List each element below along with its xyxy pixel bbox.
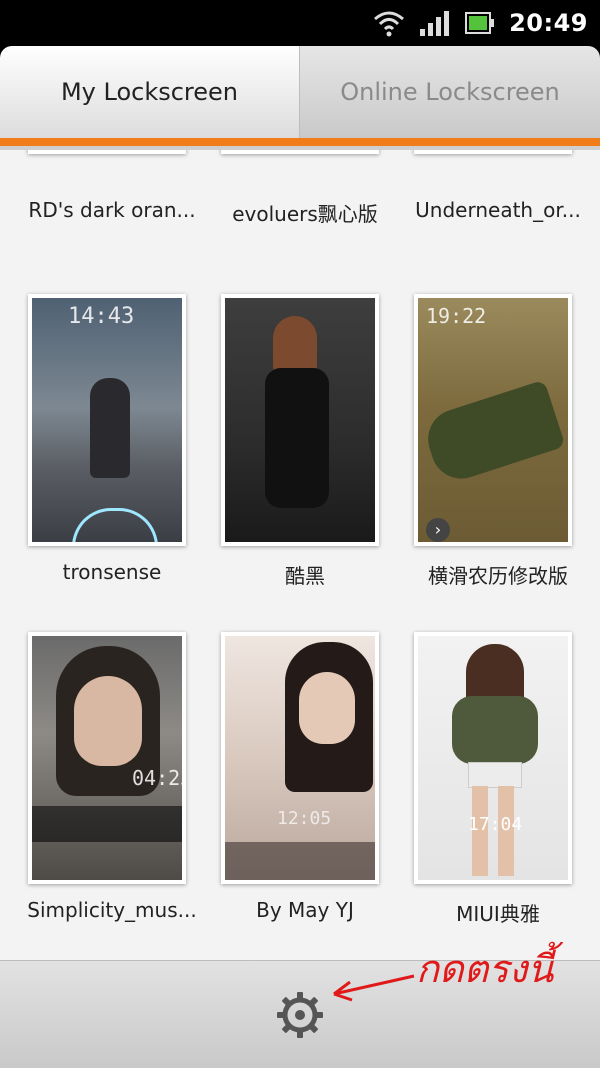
- status-bar: 20:49: [0, 0, 600, 46]
- tab-label: Online Lockscreen: [340, 78, 560, 106]
- theme-thumbnail[interactable]: [28, 150, 186, 154]
- tab-my-lockscreen[interactable]: My Lockscreen: [0, 46, 300, 138]
- lockscreen-grid[interactable]: RD's dark oran... evoluers飘心版 Underneath…: [0, 150, 600, 960]
- gear-icon[interactable]: [276, 991, 324, 1039]
- wifi-icon: [374, 11, 405, 37]
- status-clock: 20:49: [509, 9, 588, 37]
- theme-name: evoluers飘心版: [232, 202, 378, 226]
- theme-thumbnail[interactable]: 12:05: [221, 632, 379, 884]
- theme-name: Underneath_or...: [415, 198, 581, 222]
- annotation-text: กดตรงนี้: [416, 941, 564, 991]
- thumbnail-clock: 04:23: [132, 766, 182, 790]
- theme-name: tronsense: [62, 560, 162, 584]
- thumbnail-clock: 14:43: [68, 304, 135, 329]
- theme-name: 酷黑: [285, 564, 325, 588]
- theme-name: Simplicity_mus...: [27, 898, 197, 922]
- theme-name: By May YJ: [256, 898, 354, 922]
- theme-name: MIUI典雅: [456, 902, 540, 926]
- tab-online-lockscreen[interactable]: Online Lockscreen: [300, 46, 600, 138]
- signal-icon: [420, 11, 450, 36]
- tab-label: My Lockscreen: [60, 78, 239, 106]
- tab-bar: My Lockscreen Online Lockscreen: [0, 46, 600, 150]
- thumbnail-clock: 19:22: [426, 304, 487, 328]
- theme-thumbnail[interactable]: [414, 150, 572, 154]
- tab-selected-indicator: [0, 138, 600, 146]
- theme-thumbnail[interactable]: 19:22 ›: [414, 294, 572, 546]
- theme-name: 横滑农历修改版: [428, 564, 568, 588]
- status-icons: 20:49: [373, 0, 588, 46]
- thumbnail-clock: 17:04: [468, 814, 523, 835]
- theme-thumbnail[interactable]: 14:43: [28, 294, 186, 546]
- battery-icon: [465, 12, 495, 34]
- theme-thumbnail[interactable]: 04:23: [28, 632, 186, 884]
- thumbnail-clock: 12:05: [277, 808, 332, 829]
- theme-name: RD's dark oran...: [28, 198, 196, 222]
- annotation-arrow: กดตรงนี้: [333, 941, 564, 1002]
- theme-thumbnail[interactable]: [221, 294, 379, 546]
- theme-thumbnail[interactable]: [221, 150, 379, 154]
- theme-thumbnail[interactable]: 17:04: [414, 632, 572, 884]
